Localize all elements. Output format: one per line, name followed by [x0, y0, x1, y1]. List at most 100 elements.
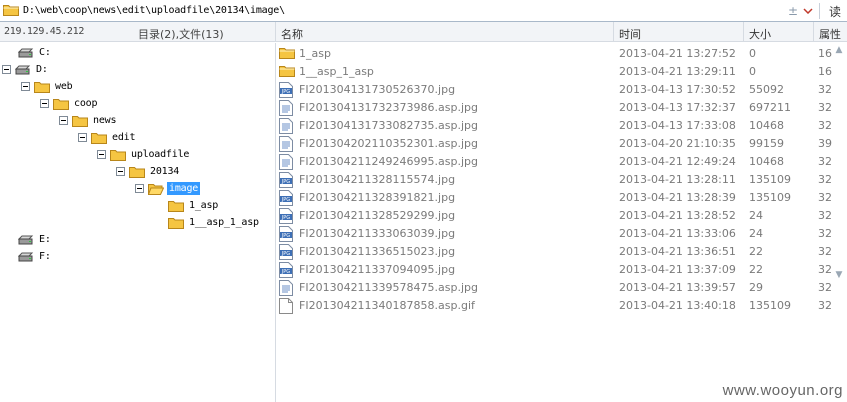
file-attr: 32	[818, 101, 832, 114]
column-header-attr[interactable]: 属性	[819, 26, 841, 42]
file-row[interactable]: FI20130413173308273​5.asp.jpg 2013-04-13 …	[276, 117, 847, 135]
file-name: FI20130421134018785​8.asp.gif	[299, 299, 475, 312]
jpg-icon: JPG	[279, 172, 295, 188]
tree-label: F:	[39, 251, 51, 262]
file-size: 55092	[749, 83, 784, 96]
tree-node-20134[interactable]: 20134	[116, 163, 181, 180]
file-attr: 16	[818, 47, 832, 60]
file-name: FI20130421133709409​5.jpg	[299, 263, 456, 276]
collapse-toggle-icon[interactable]	[116, 167, 125, 176]
folder-icon	[72, 116, 88, 127]
file-time: 2013-04-21 13:36:51	[619, 245, 736, 258]
file-time: 2013-04-20 21:10:35	[619, 137, 736, 150]
file-time: 2013-04-21 13:37:09	[619, 263, 736, 276]
file-size: 24	[749, 227, 763, 240]
file-row[interactable]: FI20130420211035230​1.asp.jpg 2013-04-20 …	[276, 135, 847, 153]
collapse-toggle-icon[interactable]	[2, 65, 11, 74]
file-size: 0	[749, 47, 756, 60]
tree-node-image[interactable]: image	[135, 180, 201, 197]
plus-minus-button[interactable]: ±	[786, 4, 800, 18]
tree-node-1-asp[interactable]: 1_asp	[168, 197, 220, 214]
folder-icon	[53, 99, 69, 110]
file-attr: 16	[818, 65, 832, 78]
folder-icon	[168, 218, 184, 229]
file-name: FI20130420211035230​1.asp.jpg	[299, 137, 479, 150]
server-ip: 219.129.45.212	[4, 26, 85, 37]
tree-node-drive-f[interactable]: F:	[17, 248, 53, 265]
tree-node-news[interactable]: news	[59, 112, 118, 129]
jpg-icon: JPG	[279, 262, 295, 278]
svg-text:JPG: JPG	[281, 197, 290, 203]
file-row[interactable]: JPG FI20130421133709409​5.jpg 2013-04-21 1…	[276, 261, 847, 279]
file-size: 22	[749, 263, 763, 276]
tree-node-coop[interactable]: coop	[40, 95, 99, 112]
tree-node-drive-c[interactable]: C:	[17, 44, 53, 61]
file-row[interactable]: JPG FI20130421133651502​3.jpg 2013-04-21 1…	[276, 243, 847, 261]
tree-node-edit[interactable]: edit	[78, 129, 137, 146]
collapse-toggle-icon[interactable]	[21, 82, 30, 91]
collapse-toggle-icon[interactable]	[40, 99, 49, 108]
tree-node-web[interactable]: web	[21, 78, 74, 95]
read-button[interactable]: 读	[823, 3, 847, 20]
drive-icon	[14, 65, 31, 75]
directory-tree: C: D: web coop news edit uploadfile 2013…	[0, 43, 275, 402]
collapse-toggle-icon[interactable]	[135, 184, 144, 193]
file-row[interactable]: FI20130421134018785​8.asp.gif 2013-04-21 …	[276, 297, 847, 315]
jpg-icon: JPG	[279, 244, 295, 260]
watermark: www.wooyun.org	[722, 382, 843, 399]
file-attr: 32	[818, 83, 832, 96]
file-size: 135109	[749, 191, 791, 204]
file-row[interactable]: FI20130421124924699​5.asp.jpg 2013-04-21 …	[276, 153, 847, 171]
file-row[interactable]: JPG FI20130421132839182​1.jpg 2013-04-21 1…	[276, 189, 847, 207]
tree-node-1-asp-1-asp[interactable]: 1__asp_1_asp	[168, 214, 261, 231]
file-row[interactable]: JPG FI20130421133306303​9.jpg 2013-04-21 1…	[276, 225, 847, 243]
svg-text:JPG: JPG	[281, 233, 290, 239]
file-row[interactable]: JPG FI20130421132852929​9.jpg 2013-04-21 1…	[276, 207, 847, 225]
file-row[interactable]: 1_asp 2013-04-21 13:27:52 0 16	[276, 45, 847, 63]
document-icon	[279, 154, 295, 170]
file-row[interactable]: JPG FI20130421132811557​4.jpg 2013-04-21 1…	[276, 171, 847, 189]
file-row[interactable]: FI20130413173237398​6.asp.jpg 2013-04-13 …	[276, 99, 847, 117]
tree-label: edit	[112, 132, 136, 143]
document-icon	[279, 136, 295, 152]
folder-icon	[3, 3, 19, 19]
scroll-down-arrow-icon[interactable]: ▼	[833, 270, 845, 280]
scroll-up-arrow-icon[interactable]: ▲	[833, 45, 845, 55]
column-header-time[interactable]: 时间	[619, 26, 641, 42]
tree-node-drive-e[interactable]: E:	[17, 231, 53, 248]
collapse-toggle-icon[interactable]	[59, 116, 68, 125]
tree-label: web	[55, 81, 73, 92]
column-header-size[interactable]: 大小	[749, 26, 771, 42]
file-time: 2013-04-13 17:30:52	[619, 83, 736, 96]
tree-label: 20134	[150, 166, 180, 177]
toolbar-divider	[819, 3, 820, 19]
file-time: 2013-04-21 13:27:52	[619, 47, 736, 60]
file-attr: 32	[818, 209, 832, 222]
file-time: 2013-04-21 13:39:57	[619, 281, 736, 294]
blank-file-icon	[279, 298, 295, 314]
file-time: 2013-04-21 13:28:52	[619, 209, 736, 222]
file-name: 1__asp_1_asp	[299, 65, 374, 78]
file-time: 2013-04-13 17:33:08	[619, 119, 736, 132]
tree-node-uploadfile[interactable]: uploadfile	[97, 146, 191, 163]
file-time: 2013-04-21 13:33:06	[619, 227, 736, 240]
file-row[interactable]: FI20130421133957847​5.asp.jpg 2013-04-21 …	[276, 279, 847, 297]
file-row[interactable]: JPG FI20130413173052637​0.jpg 2013-04-13 1…	[276, 81, 847, 99]
jpg-icon: JPG	[279, 208, 295, 224]
folder-icon	[279, 64, 295, 80]
file-size: 10468	[749, 119, 784, 132]
file-size: 135109	[749, 173, 791, 186]
file-attr: 39	[818, 137, 832, 150]
file-name: FI20130413173308273​5.asp.jpg	[299, 119, 479, 132]
chevron-down-icon[interactable]	[800, 0, 816, 22]
file-size: 22	[749, 245, 763, 258]
column-header-name[interactable]: 名称	[281, 26, 303, 42]
address-path-input[interactable]: D:\web\coop\news\edit\uploadfile\20134\i…	[23, 5, 285, 16]
collapse-toggle-icon[interactable]	[97, 150, 106, 159]
file-row[interactable]: 1__asp_1_asp 2013-04-21 13:29:11 0 16	[276, 63, 847, 81]
file-time: 2013-04-21 13:28:11	[619, 173, 736, 186]
tree-node-drive-d[interactable]: D:	[2, 61, 50, 78]
file-size: 10468	[749, 155, 784, 168]
file-name: FI20130421124924699​5.asp.jpg	[299, 155, 479, 168]
collapse-toggle-icon[interactable]	[78, 133, 87, 142]
